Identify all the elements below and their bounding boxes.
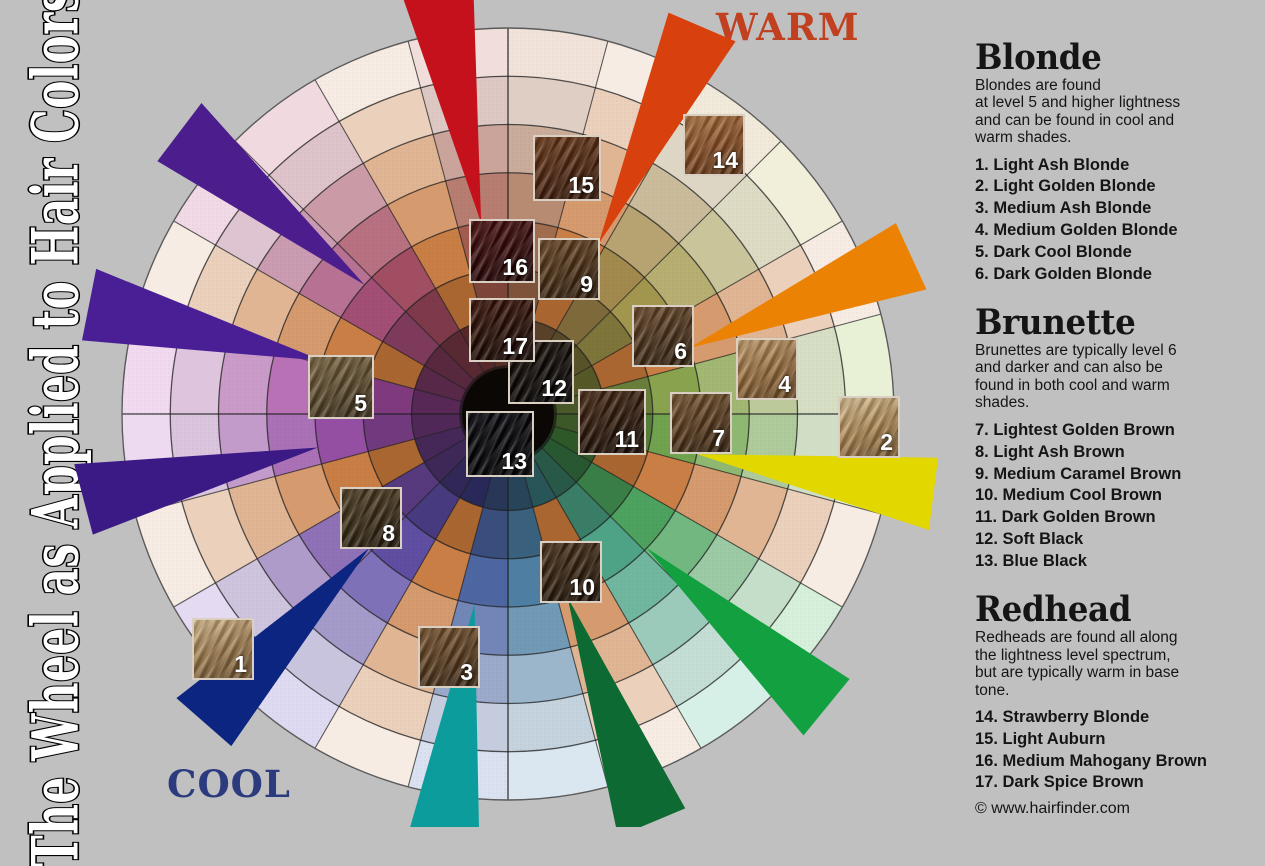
list-item: 13. Blue Black xyxy=(975,551,1087,570)
swatch-number: 3 xyxy=(460,658,473,685)
hair-swatch-dark-golden-blonde[interactable]: 6 xyxy=(632,305,694,367)
category-list-brunette: 7. Lightest Golden Brown 8. Light Ash Bro… xyxy=(975,420,1255,572)
legend-panel: Blonde Blondes are found at level 5 and h… xyxy=(975,40,1255,814)
list-item: 7. Lightest Golden Brown xyxy=(975,420,1175,439)
hair-swatch-medium-ash-blonde[interactable]: 3 xyxy=(418,626,480,688)
swatch-number: 4 xyxy=(778,370,791,397)
hair-swatch-medium-golden-blonde[interactable]: 4 xyxy=(736,338,798,400)
swatch-number: 13 xyxy=(501,447,527,474)
swatch-number: 2 xyxy=(880,428,893,455)
category-description-redhead: Redheads are found all along the lightne… xyxy=(975,629,1180,699)
hair-swatch-light-auburn[interactable]: 15 xyxy=(533,135,601,201)
list-item: 5. Dark Cool Blonde xyxy=(975,242,1132,261)
list-item: 12. Soft Black xyxy=(975,529,1084,548)
swatch-number: 1 xyxy=(234,650,247,677)
swatch-number: 10 xyxy=(569,573,595,600)
category-heading-brunette: Brunette xyxy=(975,302,1136,344)
infographic-canvas: The Wheel as Applied to Hair Colors WARM… xyxy=(0,0,1265,866)
swatch-number: 7 xyxy=(712,424,725,451)
list-item: 14. Strawberry Blonde xyxy=(975,708,1150,727)
swatch-number: 8 xyxy=(382,519,395,546)
hair-swatch-dark-spice-brown[interactable]: 17 xyxy=(469,298,535,362)
swatch-number: 17 xyxy=(502,332,528,359)
copyright-credit: © www.hairfinder.com xyxy=(975,800,1130,817)
list-item: 16. Medium Mahogany Brown xyxy=(975,751,1207,770)
category-description-brunette: Brunettes are typically level 6 and dark… xyxy=(975,341,1177,412)
swatch-number: 16 xyxy=(502,253,528,280)
list-item: 10. Medium Cool Brown xyxy=(975,486,1163,505)
list-item: 4. Medium Golden Blonde xyxy=(975,220,1178,239)
hair-swatch-dark-golden-brown[interactable]: 11 xyxy=(578,389,646,455)
list-item: 8. Light Ash Brown xyxy=(975,442,1125,461)
category-list-redhead: 14. Strawberry Blonde 15. Light Auburn 16.… xyxy=(975,707,1255,794)
hair-swatch-medium-mahogany-brown[interactable]: 16 xyxy=(469,219,535,283)
category-heading-blonde: Blonde xyxy=(975,37,1102,78)
list-item: 15. Light Auburn xyxy=(975,729,1106,748)
category-description-blonde: Blondes are found at level 5 and higher … xyxy=(975,76,1181,147)
hair-swatch-dark-cool-blonde[interactable]: 5 xyxy=(308,355,374,419)
category-heading-redhead: Redhead xyxy=(975,589,1132,631)
swatch-number: 9 xyxy=(580,270,593,297)
hair-swatch-medium-caramel-brown[interactable]: 9 xyxy=(538,238,600,300)
hair-swatch-medium-cool-brown[interactable]: 10 xyxy=(540,541,602,603)
hair-swatch-light-golden-blonde[interactable]: 2 xyxy=(838,396,900,458)
swatch-number: 5 xyxy=(354,389,367,416)
list-item: 6. Dark Golden Blonde xyxy=(975,264,1152,283)
list-item: 1. Light Ash Blonde xyxy=(975,155,1130,174)
list-item: 2. Light Golden Blonde xyxy=(975,177,1156,196)
list-item: 11. Dark Golden Brown xyxy=(975,508,1156,527)
category-list-blonde: 1. Light Ash Blonde 2. Light Golden Blond… xyxy=(975,155,1255,286)
list-item: 17. Dark Spice Brown xyxy=(975,773,1144,792)
hair-swatch-strawberry-blonde[interactable]: 14 xyxy=(683,114,745,176)
hair-swatch-blue-black[interactable]: 13 xyxy=(466,411,534,477)
hair-swatch-light-ash-blonde[interactable]: 1 xyxy=(192,618,254,680)
swatch-number: 14 xyxy=(712,146,738,173)
swatch-number: 12 xyxy=(541,374,567,401)
list-item: 9. Medium Caramel Brown xyxy=(975,464,1182,483)
hair-swatch-lightest-golden-brown[interactable]: 7 xyxy=(670,392,732,454)
list-item: 3. Medium Ash Blonde xyxy=(975,199,1152,218)
swatch-number: 6 xyxy=(674,337,687,364)
swatch-number: 15 xyxy=(568,171,594,198)
swatch-number: 11 xyxy=(614,425,639,452)
hair-swatch-light-ash-brown[interactable]: 8 xyxy=(340,487,402,549)
